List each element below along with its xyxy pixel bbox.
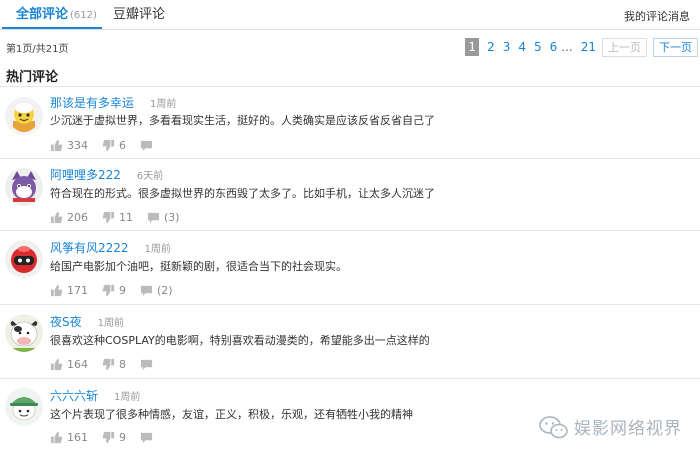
reply-button[interactable] <box>140 431 157 444</box>
page-5[interactable]: 5 <box>534 40 542 54</box>
purple-cat-avatar-icon[interactable] <box>5 168 43 206</box>
my-messages-link[interactable]: 我的评论消息 <box>624 8 690 24</box>
thumbs-down-icon <box>102 284 115 296</box>
watermark: 娱影网络视界 <box>539 414 682 439</box>
tab-all-count: (612) <box>70 10 97 21</box>
thumbs-up-icon <box>50 139 63 151</box>
thumbs-down-icon <box>102 431 115 443</box>
red-helmet-avatar-icon[interactable] <box>5 240 43 278</box>
like-count: 164 <box>67 357 88 371</box>
tab-all-comments[interactable]: 全部评论 (612) <box>16 6 97 25</box>
comment-time: 6天前 <box>136 171 164 182</box>
page-info: 第1页/共21页 <box>6 44 69 55</box>
watermark-text: 娱影网络视界 <box>574 419 682 439</box>
like-count: 206 <box>67 210 88 224</box>
reply-button[interactable] <box>140 358 157 371</box>
like-button[interactable]: 334 <box>50 139 88 152</box>
comment-bubble-icon <box>140 432 153 443</box>
like-button[interactable]: 164 <box>50 358 88 371</box>
tab-all-label: 全部评论 <box>16 7 69 22</box>
thumbs-up-icon <box>50 284 63 296</box>
reply-button[interactable]: (3) <box>147 211 180 224</box>
wechat-icon <box>539 415 568 438</box>
comment-actions: 334 6 <box>50 138 171 152</box>
comment-username[interactable]: 六六六斩 <box>50 389 98 403</box>
dislike-count: 8 <box>119 357 126 371</box>
thumbs-down-icon <box>102 358 115 370</box>
page-3[interactable]: 3 <box>503 40 511 54</box>
page-2[interactable]: 2 <box>487 40 495 54</box>
thumbs-up-icon <box>50 358 63 370</box>
comment-text: 少沉迷于虚拟世界，多看看现实生活，挺好的。人类确实是应该反省反省自己了 <box>50 114 435 127</box>
comment-actions: 171 9 (2) <box>50 283 187 297</box>
thumbs-up-icon <box>50 431 63 443</box>
comment-bubble-icon <box>140 359 153 370</box>
dislike-button[interactable]: 8 <box>102 358 126 371</box>
comment-time: 1周前 <box>114 392 141 403</box>
dislike-count: 11 <box>119 210 133 224</box>
next-page-button[interactable]: 下一页 <box>653 37 698 57</box>
reply-button[interactable]: (2) <box>140 284 173 297</box>
dislike-count: 6 <box>119 138 126 152</box>
comment-actions: 161 9 <box>50 430 171 444</box>
dislike-count: 9 <box>119 283 126 297</box>
dislike-button[interactable]: 6 <box>102 139 126 152</box>
cow-avatar-icon[interactable] <box>5 314 43 352</box>
like-button[interactable]: 171 <box>50 284 88 297</box>
page-6[interactable]: 6 <box>550 40 558 54</box>
comment-actions: 164 8 <box>50 357 171 371</box>
comment-tabs: 全部评论 (612) 豆瓣评论 我的评论消息 <box>0 0 700 30</box>
like-button[interactable]: 161 <box>50 431 88 444</box>
reply-button[interactable] <box>140 139 157 152</box>
comment-time: 1周前 <box>150 99 177 110</box>
comment-item: 那该是有多幸运 1周前 少沉迷于虚拟世界，多看看现实生活，挺好的。人类确实是应该反… <box>0 86 700 158</box>
comment-actions: 206 11 (3) <box>50 210 194 224</box>
tab-douban-comments[interactable]: 豆瓣评论 <box>113 6 165 24</box>
like-button[interactable]: 206 <box>50 211 88 224</box>
reply-count: (3) <box>164 210 180 224</box>
dislike-count: 9 <box>119 430 126 444</box>
reply-count: (2) <box>157 283 173 297</box>
dislike-button[interactable]: 9 <box>102 284 126 297</box>
like-count: 161 <box>67 430 88 444</box>
yellow-cartoon-avatar-icon[interactable] <box>5 97 43 135</box>
dislike-button[interactable]: 11 <box>102 211 133 224</box>
like-count: 334 <box>67 138 88 152</box>
green-hat-avatar-icon[interactable] <box>5 388 43 426</box>
comment-text: 给国产电影加个油吧，挺新颖的剧，很适合当下的社会现实。 <box>50 260 347 273</box>
page-1[interactable]: 1 <box>465 38 480 56</box>
comment-text: 这个片表现了很多种情感，友谊，正义，积极，乐观，还有牺牲小我的精神 <box>50 408 413 421</box>
comment-username[interactable]: 那该是有多幸运 <box>50 96 134 110</box>
page-ellipsis: ... <box>561 40 573 54</box>
page-4[interactable]: 4 <box>518 40 526 54</box>
dislike-button[interactable]: 9 <box>102 431 126 444</box>
comment-bubble-icon <box>140 140 153 151</box>
comment-text: 很喜欢这种COSPLAY的电影啊，特别喜欢看动漫类的，希望能多出一点这样的 <box>50 334 430 347</box>
comment-item: 夜S夜 1周前 很喜欢这种COSPLAY的电影啊，特别喜欢看动漫类的，希望能多出一… <box>0 304 700 378</box>
comment-text: 符合现在的形式。很多虚拟世界的东西毁了太多了。比如手机，让太多人沉迷了 <box>50 187 435 200</box>
thumbs-down-icon <box>102 211 115 223</box>
active-tab-indicator <box>2 27 102 29</box>
comment-item: 阿哩哩多222 6天前 符合现在的形式。很多虚拟世界的东西毁了太多了。比如手机，让… <box>0 158 700 230</box>
comment-bubble-icon <box>140 285 153 296</box>
page-last[interactable]: 21 <box>581 40 596 54</box>
comment-time: 1周前 <box>144 244 171 255</box>
comment-item: 风筝有风2222 1周前 给国产电影加个油吧，挺新颖的剧，很适合当下的社会现实。 … <box>0 230 700 304</box>
comment-bubble-icon <box>147 212 160 223</box>
hot-comments-title: 热门评论 <box>6 70 59 85</box>
thumbs-up-icon <box>50 211 63 223</box>
comment-username[interactable]: 阿哩哩多222 <box>50 168 121 182</box>
comment-username[interactable]: 风筝有风2222 <box>50 241 129 255</box>
prev-page-button[interactable]: 上一页 <box>602 37 647 57</box>
like-count: 171 <box>67 283 88 297</box>
comment-time: 1周前 <box>97 318 124 329</box>
thumbs-down-icon <box>102 139 115 151</box>
pagination: 1 2 3 4 5 6 ... 21 上一页 下一页 <box>465 37 698 57</box>
comment-username[interactable]: 夜S夜 <box>50 315 82 329</box>
